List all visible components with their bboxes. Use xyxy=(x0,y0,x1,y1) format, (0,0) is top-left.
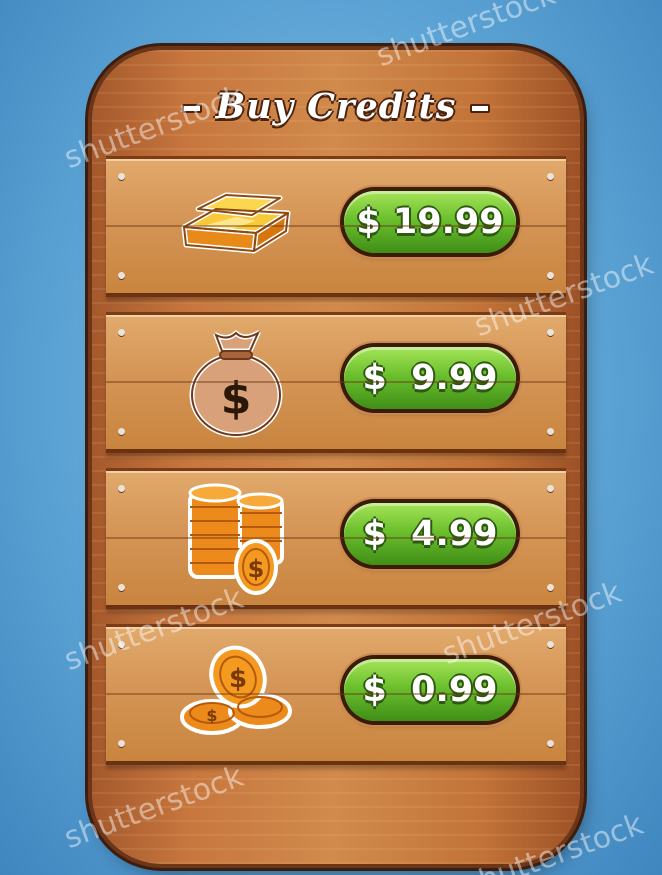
buy-credits-button[interactable]: $ 0.99 xyxy=(344,659,516,721)
money-bag-icon: $ xyxy=(189,330,283,438)
coins-icon: $ $ xyxy=(180,645,292,735)
buy-credits-button[interactable]: $ 4.99 xyxy=(344,503,516,565)
svg-text:$: $ xyxy=(206,706,217,725)
svg-text:$: $ xyxy=(221,373,252,424)
shop-item-row: $ $ 4.99 xyxy=(106,468,566,609)
title-right-dash xyxy=(470,104,491,113)
price-label: $ 0.99 xyxy=(362,670,498,710)
coin-stack-icon: $ xyxy=(188,483,284,595)
price-label: $ 4.99 xyxy=(362,514,498,554)
price-label: $ 9.99 xyxy=(362,358,498,398)
buy-credits-panel: Buy Credits $ 19.99 $ $ 9.99 $ $ 4.99 $ … xyxy=(92,50,580,864)
svg-text:$: $ xyxy=(229,664,247,694)
title-text: Buy Credits xyxy=(215,86,457,127)
price-label: $ 19.99 xyxy=(356,202,504,242)
panel-title: Buy Credits xyxy=(92,86,580,127)
shop-item-row: $ $ 9.99 xyxy=(106,312,566,453)
buy-credits-button[interactable]: $ 9.99 xyxy=(344,347,516,409)
shop-item-row: $ 19.99 xyxy=(106,156,566,297)
title-left-dash xyxy=(181,104,202,113)
shop-item-row: $ $ $ 0.99 xyxy=(106,624,566,765)
gold-bars-icon xyxy=(181,192,291,254)
buy-credits-button[interactable]: $ 19.99 xyxy=(344,191,516,253)
svg-text:$: $ xyxy=(248,555,265,583)
